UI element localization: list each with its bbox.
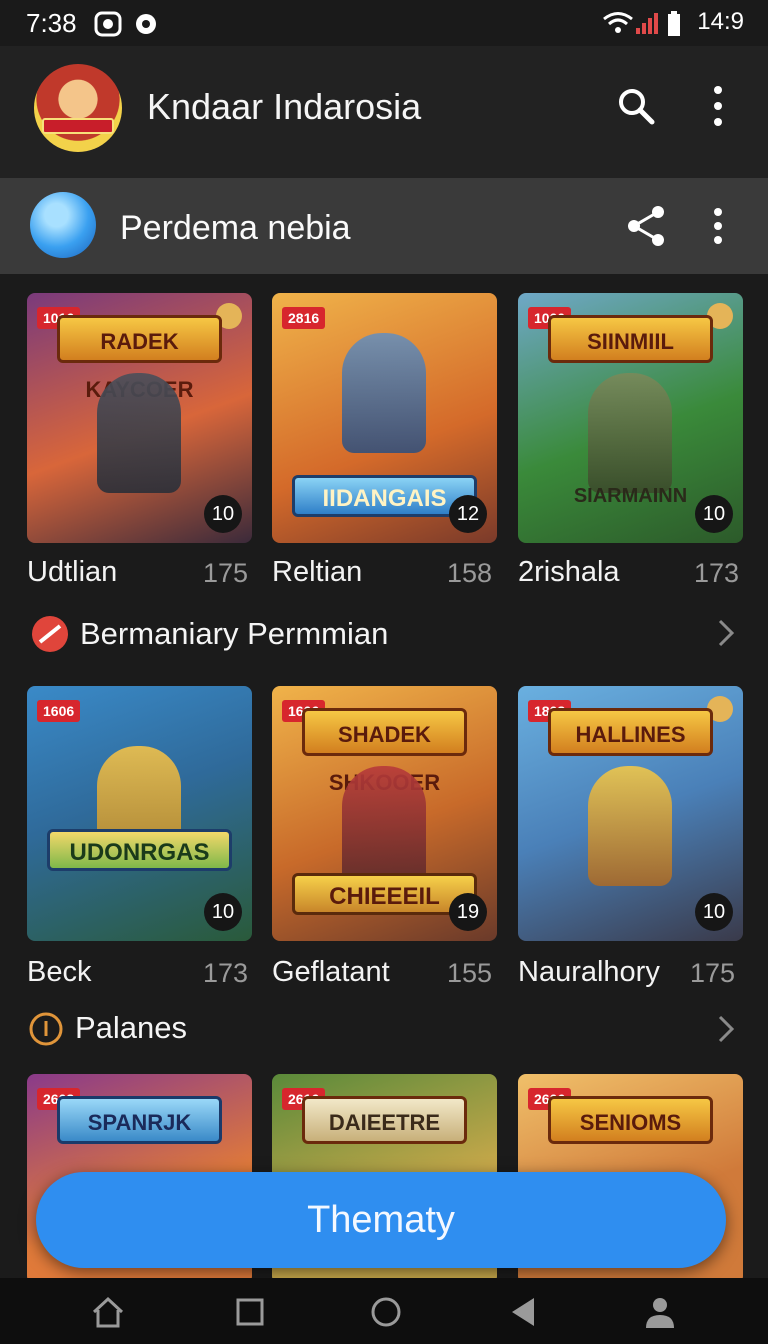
tile-number: 175 <box>690 958 736 988</box>
profile-icon[interactable] <box>642 1296 678 1328</box>
tile-count: 10 <box>204 495 242 533</box>
tile-logo: HALLINES <box>548 708 713 756</box>
recents-square-icon[interactable] <box>232 1296 268 1328</box>
tile-artwork <box>588 766 672 886</box>
section-title[interactable]: Palanes <box>75 1010 187 1046</box>
share-icon[interactable] <box>624 204 668 248</box>
status-time: 7:38 <box>26 8 77 38</box>
signal-icon <box>636 13 658 34</box>
tile-title[interactable]: Geflatant <box>272 956 390 989</box>
tile-logo: DAIEETRE <box>302 1096 467 1144</box>
tile-count: 19 <box>449 893 487 931</box>
app-header: Kndaar Indarosia <box>0 46 768 178</box>
tile-count: 10 <box>695 495 733 533</box>
game-tile[interactable]: 2816 IIDANGAIS 12 <box>272 293 497 543</box>
battery-icon <box>668 11 680 36</box>
wifi-icon <box>603 12 633 33</box>
more-vert-icon[interactable] <box>696 82 740 130</box>
tile-title[interactable]: Beck <box>27 956 91 989</box>
tile-logo: SPANRJK <box>57 1096 222 1144</box>
status-clock-right: 14:9 <box>697 8 744 35</box>
channel-header: Perdema nebia <box>0 178 768 274</box>
tile-title[interactable]: 2rishala <box>518 556 620 589</box>
thematy-button[interactable]: Thematy <box>36 1172 726 1268</box>
tile-artwork <box>97 373 181 493</box>
tile-count: 10 <box>204 893 242 931</box>
tile-count: 10 <box>695 893 733 931</box>
tile-number: 173 <box>694 558 740 588</box>
game-tile[interactable]: 1808 HALLINES 10 <box>518 686 743 941</box>
avatar[interactable] <box>34 64 122 152</box>
tile-logo: SENIOMS <box>548 1096 713 1144</box>
chevron-right-icon[interactable] <box>714 618 738 648</box>
settings-gear-icon <box>136 14 156 34</box>
tile-badge: 2816 <box>282 307 326 329</box>
status-bar: 7:38 14:9 <box>0 0 768 46</box>
game-tile[interactable]: 1000 SIINMIIL SIARMAINN 10 <box>518 293 743 543</box>
tile-number: 175 <box>203 558 249 588</box>
home-circle-icon[interactable] <box>368 1296 404 1328</box>
chevron-right-icon[interactable] <box>714 1014 738 1044</box>
section-title[interactable]: Bermaniary Permmian <box>80 616 388 652</box>
tile-logo: SHADEK SHKOOER <box>302 708 467 795</box>
tile-artwork <box>342 333 426 453</box>
tile-logo: RADEK KAYCOER <box>57 315 222 402</box>
tile-artwork <box>342 766 426 886</box>
camera-icon <box>94 11 122 37</box>
channel-logo[interactable] <box>30 192 96 258</box>
system-nav-bar <box>0 1278 768 1344</box>
tile-logo: SIINMIIL <box>548 315 713 363</box>
tile-count: 12 <box>449 495 487 533</box>
game-tile[interactable]: 1016 RADEK KAYCOER 10 <box>27 293 252 543</box>
tile-title[interactable]: Nauralhory <box>518 956 660 989</box>
tile-number: 155 <box>447 958 493 988</box>
game-tile[interactable]: 1606 SHADEK SHKOOER CHIEEEIL 19 <box>272 686 497 941</box>
home-icon[interactable] <box>90 1296 126 1328</box>
app-title: Kndaar Indarosia <box>147 86 422 127</box>
more-vert-icon[interactable] <box>696 204 740 248</box>
tile-title[interactable]: Udtlian <box>27 556 117 589</box>
tile-number: 173 <box>203 958 249 988</box>
tile-title[interactable]: Reltian <box>272 556 362 589</box>
tile-badge: 1606 <box>37 700 81 722</box>
back-triangle-icon[interactable] <box>506 1296 542 1328</box>
tile-number: 158 <box>447 558 493 588</box>
game-tile[interactable]: 1606 UDONRGAS 10 <box>27 686 252 941</box>
search-icon[interactable] <box>614 82 658 130</box>
channel-title: Perdema nebia <box>120 209 351 247</box>
info-circle-icon <box>29 1012 63 1046</box>
tile-logo: UDONRGAS <box>47 829 232 871</box>
no-entry-icon <box>32 616 68 652</box>
